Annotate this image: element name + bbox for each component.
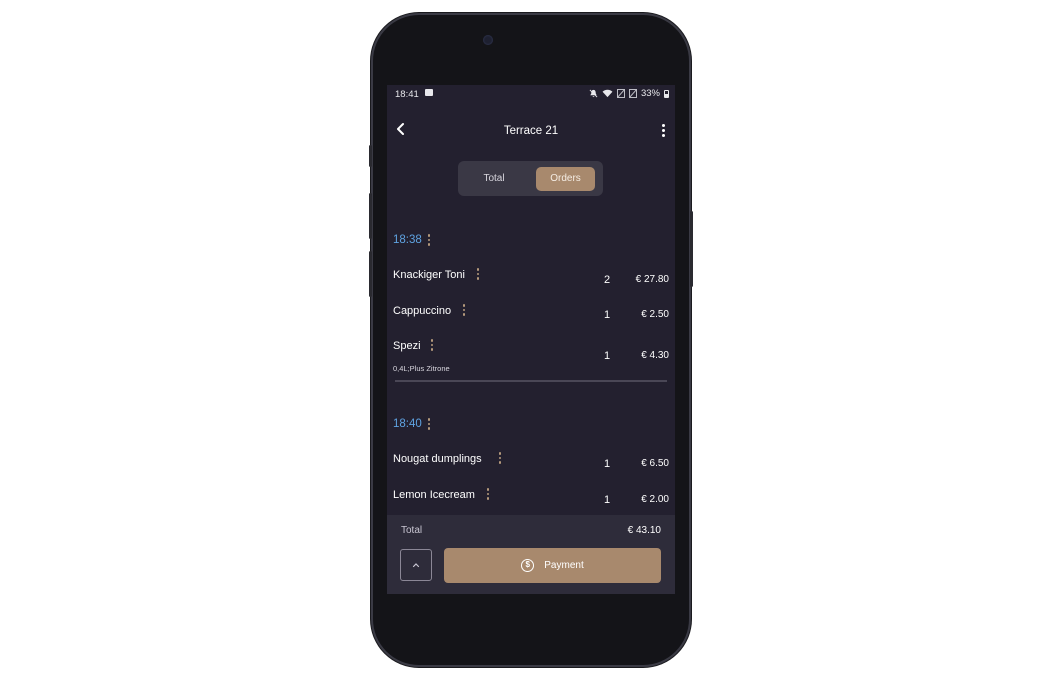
tab-orders[interactable]: Orders bbox=[536, 167, 595, 191]
tab-total[interactable]: Total bbox=[468, 167, 520, 191]
payment-label: Payment bbox=[544, 560, 584, 571]
item-name: Nougat dumplings bbox=[393, 453, 482, 465]
item-price: € 2.00 bbox=[641, 494, 669, 505]
power-button bbox=[690, 211, 693, 287]
summary-footer: Total € 43.10 $ Payment bbox=[387, 515, 675, 594]
more-vertical-icon[interactable] bbox=[661, 124, 665, 137]
order-group-time: 18:38 bbox=[393, 234, 422, 246]
battery-percent: 33% bbox=[640, 88, 660, 99]
item-quantity: 2 bbox=[603, 274, 611, 286]
page-title: Terrace 21 bbox=[503, 125, 559, 137]
signal-icon bbox=[616, 89, 625, 98]
more-vertical-icon[interactable] bbox=[476, 268, 480, 280]
signal-icon bbox=[628, 89, 637, 98]
item-price: € 27.80 bbox=[635, 274, 669, 285]
more-vertical-icon[interactable] bbox=[427, 234, 431, 246]
image-icon bbox=[425, 89, 433, 96]
chevron-up-icon bbox=[412, 563, 420, 568]
more-vertical-icon[interactable] bbox=[462, 304, 466, 316]
payment-button[interactable]: $ Payment bbox=[444, 548, 661, 583]
group-divider bbox=[395, 380, 667, 382]
wifi-icon bbox=[602, 89, 613, 98]
status-time: 18:41 bbox=[395, 89, 419, 100]
dollar-coin-icon: $ bbox=[521, 559, 535, 572]
status-icons: 33% bbox=[589, 88, 669, 99]
item-quantity: 1 bbox=[603, 458, 611, 470]
phone-frame: 18:41 33% Terrace 21 Total Orders 18:38 bbox=[369, 15, 693, 665]
mute-icon bbox=[589, 89, 598, 98]
item-price: € 4.30 bbox=[641, 350, 669, 361]
app-header: Terrace 21 bbox=[387, 115, 675, 145]
front-camera bbox=[483, 35, 493, 45]
mute-switch bbox=[369, 145, 372, 167]
more-vertical-icon[interactable] bbox=[486, 488, 490, 500]
more-vertical-icon[interactable] bbox=[430, 339, 434, 351]
view-toggle: Total Orders bbox=[458, 161, 603, 196]
more-vertical-icon[interactable] bbox=[498, 452, 502, 464]
more-vertical-icon[interactable] bbox=[427, 418, 431, 430]
status-bar: 18:41 33% bbox=[387, 85, 675, 103]
item-name: Knackiger Toni bbox=[393, 269, 465, 281]
item-name: Cappuccino bbox=[393, 305, 452, 317]
app-screen: 18:41 33% Terrace 21 Total Orders 18:38 bbox=[387, 85, 675, 594]
item-price: € 2.50 bbox=[641, 309, 669, 320]
total-label: Total bbox=[401, 525, 423, 536]
volume-up-button bbox=[369, 193, 372, 239]
battery-icon bbox=[664, 89, 669, 98]
item-name: Spezi bbox=[393, 340, 421, 352]
expand-button[interactable] bbox=[400, 549, 432, 581]
item-price: € 6.50 bbox=[641, 458, 669, 469]
item-note: 0,4L;Plus Zitrone bbox=[393, 364, 450, 373]
item-quantity: 1 bbox=[603, 309, 611, 321]
total-value: € 43.10 bbox=[627, 525, 661, 536]
order-group-time: 18:40 bbox=[393, 418, 422, 430]
item-name: Lemon Icecream bbox=[393, 489, 475, 501]
volume-down-button bbox=[369, 251, 372, 297]
item-quantity: 1 bbox=[603, 350, 611, 362]
item-quantity: 1 bbox=[603, 494, 611, 506]
